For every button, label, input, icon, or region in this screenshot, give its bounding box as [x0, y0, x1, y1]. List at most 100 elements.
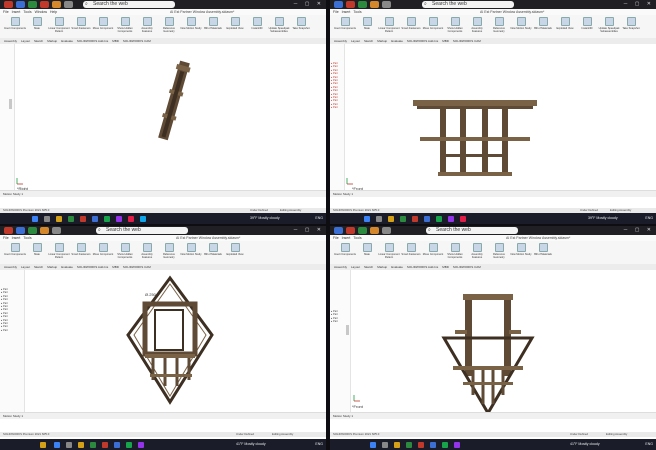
app-icon[interactable] — [460, 216, 466, 222]
exploded-view-button[interactable]: Exploded View — [224, 243, 246, 256]
exploded-view-button[interactable]: Exploded View — [554, 17, 576, 30]
gmail-icon[interactable] — [4, 227, 13, 234]
tab-sketch[interactable]: Sketch — [34, 265, 43, 269]
browser-tab[interactable] — [370, 227, 379, 234]
browser-tab[interactable] — [334, 1, 343, 8]
feature-tree[interactable]: ▸ Part ▸ Part ▸ Part ▸ Part — [330, 270, 351, 418]
motion-study-tab[interactable]: Motion Study 1 — [3, 192, 23, 196]
dimension-label[interactable]: Ø.250 — [145, 292, 157, 297]
smart-fasteners-button[interactable]: Smart Fasteners — [70, 243, 92, 256]
browser-tab[interactable] — [358, 1, 367, 8]
file-explorer-icon[interactable] — [56, 216, 62, 222]
move-component-button[interactable]: Move Component — [92, 243, 114, 256]
update-speedpak-button[interactable]: Update Speedpak Subassemblies — [268, 17, 290, 33]
menu-file[interactable]: File — [333, 10, 339, 14]
solidworks-icon[interactable] — [80, 216, 86, 222]
app-icon[interactable] — [138, 442, 144, 448]
linear-pattern-button[interactable]: Linear Component Pattern — [378, 17, 400, 33]
tree-node[interactable]: ▸ Part — [0, 329, 24, 332]
tab-evaluate[interactable]: Evaluate — [391, 39, 403, 43]
menu-tools[interactable]: Tools — [353, 236, 361, 240]
app-icon[interactable] — [448, 216, 454, 222]
assembly-features-button[interactable]: Assembly Features — [466, 243, 488, 259]
linear-pattern-button[interactable]: Linear Component Pattern — [48, 243, 70, 259]
search-bar[interactable]: ⌕ Search the web — [422, 1, 514, 8]
tab-evaluate[interactable]: Evaluate — [61, 39, 73, 43]
app-icon[interactable] — [114, 442, 120, 448]
window-controls[interactable]: ─ ▢ ✕ — [294, 227, 324, 233]
tree-node[interactable]: ▸ Part — [330, 106, 344, 109]
browser-tab[interactable] — [28, 1, 37, 8]
motion-study-tab[interactable]: Motion Study 1 — [333, 414, 353, 418]
bom-button[interactable]: Bill of Materials — [202, 243, 224, 256]
feature-tree[interactable]: ▸ Part ▸ Part ▸ Part ▸ Part ▸ Part ▸ Par… — [330, 44, 345, 192]
browser-tab[interactable] — [382, 1, 391, 8]
show-hidden-button[interactable]: Show Hidden Components — [114, 243, 136, 259]
browser-tab[interactable] — [40, 1, 49, 8]
solidworks-icon[interactable] — [418, 442, 424, 448]
move-component-button[interactable]: Move Component — [92, 17, 114, 30]
app-icon[interactable] — [430, 442, 436, 448]
menu-insert[interactable]: Insert — [342, 10, 351, 14]
insert-components-button[interactable]: Insert Components — [4, 243, 26, 256]
start-icon[interactable] — [364, 216, 370, 222]
menu-file[interactable]: File — [333, 236, 339, 240]
menu-tools[interactable]: Tools — [353, 10, 361, 14]
move-component-button[interactable]: Move Component — [422, 243, 444, 256]
graphics-area[interactable]: Ø.250 — [25, 270, 326, 418]
tab-addins[interactable]: SOLIDWORKS Add-Ins — [77, 39, 108, 43]
tab-markup[interactable]: Markup — [377, 39, 387, 43]
window-controls[interactable]: ─ ▢ ✕ — [624, 1, 654, 7]
browser-tab[interactable] — [40, 227, 49, 234]
system-tray[interactable]: ENG — [315, 441, 323, 448]
browser-tab[interactable] — [382, 227, 391, 234]
search-bar[interactable]: ⌕ Search the web — [83, 1, 175, 8]
search-bar[interactable]: ⌕ Search the web — [96, 227, 188, 234]
start-icon[interactable] — [370, 442, 376, 448]
app-icon[interactable] — [454, 442, 460, 448]
tab-sketch[interactable]: Sketch — [34, 39, 43, 43]
app-icon[interactable] — [140, 216, 146, 222]
show-hidden-button[interactable]: Show Hidden Components — [444, 17, 466, 33]
tab-layout[interactable]: Layout — [21, 39, 30, 43]
feature-tree[interactable]: ▸ Part ▸ Part ▸ Part ▸ Part ▸ Part ▸ Par… — [0, 270, 25, 418]
assembly-features-button[interactable]: Assembly Features — [136, 243, 158, 259]
menu-insert[interactable]: Insert — [342, 236, 351, 240]
tab-mbd[interactable]: MBD — [442, 39, 449, 43]
tab-layout[interactable]: Layout — [21, 265, 30, 269]
smart-fasteners-button[interactable]: Smart Fasteners — [400, 17, 422, 30]
app-icon[interactable] — [442, 442, 448, 448]
tab-mbd[interactable]: MBD — [112, 39, 119, 43]
smart-fasteners-button[interactable]: Smart Fasteners — [70, 17, 92, 30]
app-icon[interactable] — [92, 216, 98, 222]
tree-scrollbar[interactable] — [346, 325, 349, 335]
insert-components-button[interactable]: Insert Components — [334, 243, 356, 256]
weather-widget[interactable]: 41°F Mostly cloudy — [236, 441, 266, 448]
file-explorer-icon[interactable] — [388, 216, 394, 222]
assembly-features-button[interactable]: Assembly Features — [466, 17, 488, 33]
graphics-area[interactable] — [15, 44, 326, 192]
tree-node[interactable]: ▸ Part — [330, 320, 350, 323]
show-hidden-button[interactable]: Show Hidden Components — [444, 243, 466, 259]
feature-tree[interactable] — [0, 44, 15, 192]
tab-evaluate[interactable]: Evaluate — [61, 265, 73, 269]
instant3d-button[interactable]: Instant3D — [246, 17, 268, 30]
search-icon[interactable] — [382, 442, 388, 448]
search-icon[interactable] — [66, 442, 72, 448]
gmail-icon[interactable] — [346, 1, 355, 8]
menu-tools[interactable]: Tools — [23, 236, 31, 240]
new-motion-study-button[interactable]: New Motion Study — [180, 17, 202, 30]
tab-cam[interactable]: SOLIDWORKS CAM — [123, 39, 151, 43]
browser-tab[interactable] — [28, 227, 37, 234]
tree-scrollbar[interactable] — [9, 99, 12, 109]
app-icon[interactable] — [128, 216, 134, 222]
file-explorer-icon[interactable] — [78, 442, 84, 448]
tab-assembly[interactable]: Assembly — [4, 39, 17, 43]
take-snapshot-button[interactable]: Take Snapshot — [620, 17, 642, 30]
tab-layout[interactable]: Layout — [351, 39, 360, 43]
window-controls[interactable]: ─ ▢ ✕ — [624, 227, 654, 233]
search-bar[interactable]: ⌕ Search the web — [426, 227, 518, 234]
take-snapshot-button[interactable]: Take Snapshot — [290, 17, 312, 30]
motion-study-tab[interactable]: Motion Study 1 — [3, 414, 23, 418]
app-icon[interactable] — [104, 216, 110, 222]
